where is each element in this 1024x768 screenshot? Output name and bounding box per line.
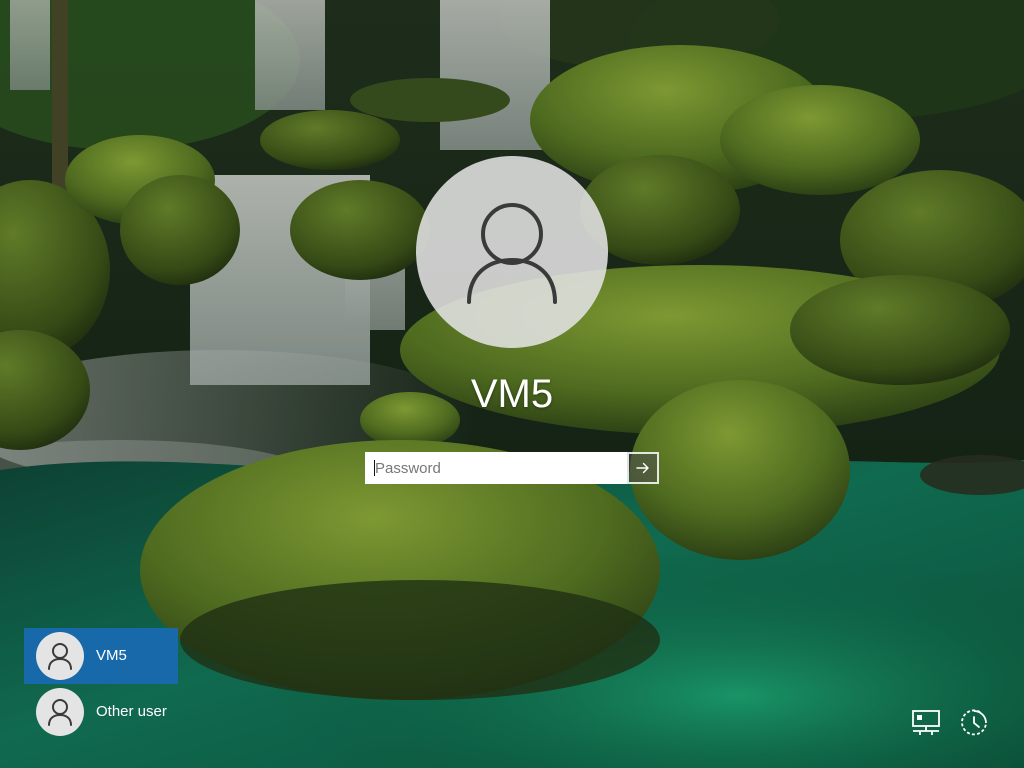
submit-button[interactable] xyxy=(627,452,659,484)
user-tile-label: VM5 xyxy=(96,647,127,664)
user-avatar-icon xyxy=(48,699,72,726)
lock-screen: VM5 VM5 Other user xyxy=(0,0,1024,768)
password-box xyxy=(365,452,659,484)
username-label: VM5 xyxy=(470,372,554,416)
user-tile-other-user[interactable]: Other user xyxy=(24,684,178,740)
user-tile-avatar xyxy=(36,632,84,680)
user-avatar-icon xyxy=(48,643,72,670)
ease-of-access-button[interactable] xyxy=(956,706,992,738)
arrow-right-icon xyxy=(636,462,649,474)
text-caret xyxy=(374,460,375,476)
ease-of-access-icon xyxy=(961,709,987,736)
user-tile-avatar xyxy=(36,688,84,736)
user-tile-vm5[interactable]: VM5 xyxy=(24,628,178,684)
user-avatar xyxy=(416,156,608,348)
user-tile-label: Other user xyxy=(96,703,167,720)
network-button[interactable] xyxy=(910,706,946,738)
network-icon xyxy=(912,710,940,735)
user-avatar-icon xyxy=(467,203,557,304)
password-input[interactable] xyxy=(365,452,627,484)
